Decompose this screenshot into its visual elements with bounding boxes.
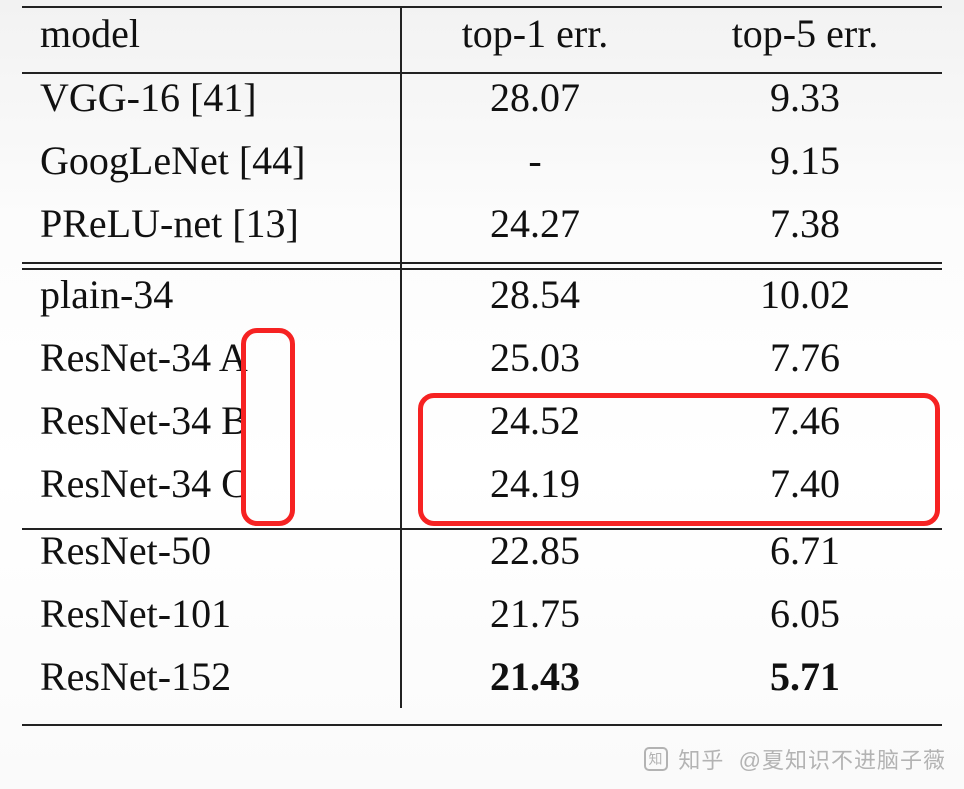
cell-model: plain-34 <box>0 271 400 318</box>
table-row: ResNet-152 21.43 5.71 <box>0 645 964 708</box>
cell-top1: 22.85 <box>400 527 670 574</box>
table-row: PReLU-net [13] 24.27 7.38 <box>0 192 964 255</box>
watermark-handle: @夏知识不进脑子薇 <box>739 748 946 773</box>
table-row: ResNet-34 C 24.19 7.40 <box>0 452 964 515</box>
cell-top5: 5.71 <box>670 653 940 700</box>
table-row: ResNet-34 A 25.03 7.76 <box>0 326 964 389</box>
cell-top5: 7.76 <box>670 334 940 381</box>
cell-top1: - <box>400 137 670 184</box>
cell-model: ResNet-50 <box>0 527 400 574</box>
cell-top5: 9.33 <box>670 74 940 121</box>
header-top5: top-5 err. <box>670 10 940 57</box>
svg-text:知: 知 <box>649 751 664 767</box>
rule-bottom <box>22 724 942 726</box>
cell-top1: 28.54 <box>400 271 670 318</box>
cell-top5: 7.46 <box>670 397 940 444</box>
cell-top5: 9.15 <box>670 137 940 184</box>
cell-top1: 24.52 <box>400 397 670 444</box>
cell-model: ResNet-152 <box>0 653 400 700</box>
cell-model: ResNet-34 B <box>0 397 400 444</box>
cell-top1: 21.43 <box>400 653 670 700</box>
cell-top1: 24.19 <box>400 460 670 507</box>
cell-model: ResNet-34 A <box>0 334 400 381</box>
cell-top1: 24.27 <box>400 200 670 247</box>
cell-top5: 7.38 <box>670 200 940 247</box>
table-row: ResNet-34 B 24.52 7.46 <box>0 389 964 452</box>
cell-model: GoogLeNet [44] <box>0 137 400 184</box>
results-table: model top-1 err. top-5 err. VGG-16 [41] … <box>0 0 964 708</box>
table-row: plain-34 28.54 10.02 <box>0 263 964 326</box>
table-row: ResNet-101 21.75 6.05 <box>0 582 964 645</box>
cell-top5: 7.40 <box>670 460 940 507</box>
header-model: model <box>0 10 400 57</box>
cell-top1: 25.03 <box>400 334 670 381</box>
table-header-row: model top-1 err. top-5 err. <box>0 0 964 66</box>
cell-model: PReLU-net [13] <box>0 200 400 247</box>
table-row: VGG-16 [41] 28.07 9.33 <box>0 66 964 129</box>
watermark-site: 知乎 <box>678 748 724 773</box>
cell-top5: 6.71 <box>670 527 940 574</box>
cell-top1: 21.75 <box>400 590 670 637</box>
cell-top5: 10.02 <box>670 271 940 318</box>
zhihu-logo-icon: 知 <box>644 747 668 777</box>
header-top1: top-1 err. <box>400 10 670 57</box>
table-row: GoogLeNet [44] - 9.15 <box>0 129 964 192</box>
cell-model: ResNet-34 C <box>0 460 400 507</box>
cell-model: ResNet-101 <box>0 590 400 637</box>
cell-model: VGG-16 [41] <box>0 74 400 121</box>
watermark: 知 知乎 @夏知识不进脑子薇 <box>644 743 946 777</box>
cell-top1: 28.07 <box>400 74 670 121</box>
table-row: ResNet-50 22.85 6.71 <box>0 519 964 582</box>
cell-top5: 6.05 <box>670 590 940 637</box>
